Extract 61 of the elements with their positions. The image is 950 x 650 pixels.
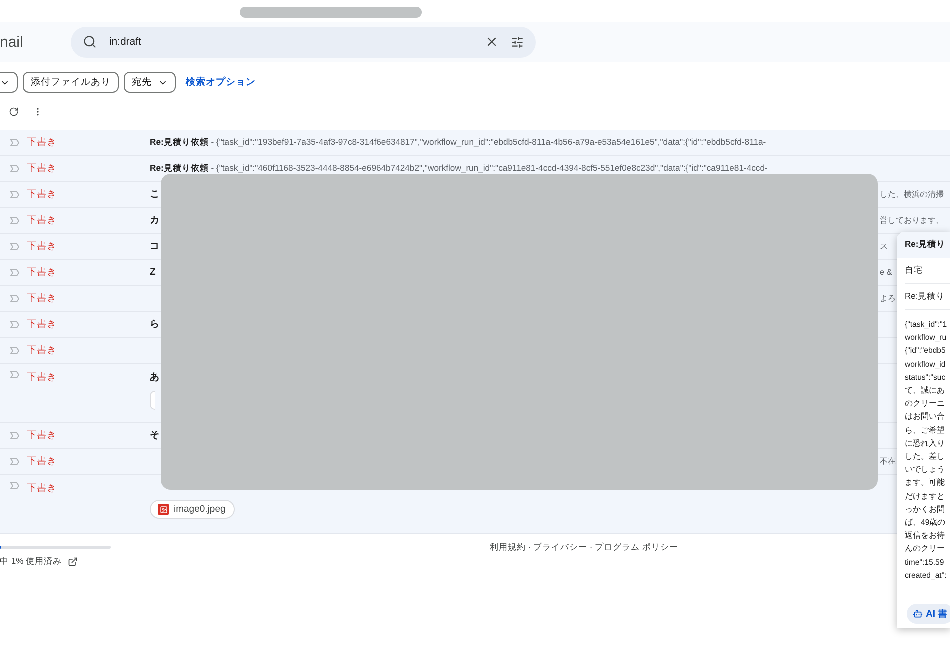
draft-label: 下書き [27,188,58,201]
importance-marker-icon[interactable] [10,346,20,354]
app-logo-text: nail [0,34,24,50]
draft-label: 下書き [27,429,58,442]
email-summary: Re:見積り依頼 - {"task_id":"460f1168-3523-4448-8854-e6964b7424b2","workflow_run_id":"ca911e81-4ccd-4394-8cf5-551ef0e8c23d","data":{"id":"ca911e81-4ccd- [150,162,769,174]
draft-label: 下書き [27,266,58,279]
search-field[interactable]: in:draft [71,26,536,58]
from-field[interactable]: 自宅 [905,258,950,284]
draft-label: 下書き [27,344,58,357]
filter-options-icon[interactable] [511,36,524,48]
draft-label: 下書き [27,240,58,253]
email-summary: Re:見積り依頼 - {"task_id":"193bef91-7a35-4af3-97c8-314f6e634817","workflow_run_id":"ebdb5cfd-811a-4b56-a79a-e53a54e161e5","data":{"id":"ebdb5cfd-811a- [150,136,768,148]
draft-label: 下書き [27,318,58,331]
importance-marker-icon[interactable] [10,371,20,379]
draft-label: 下書き [27,162,58,175]
importance-marker-icon[interactable] [10,242,20,250]
email-snippet: e & [880,268,892,277]
email-subject: コ [150,240,161,253]
storage-text: 中 1% 使用済み [0,556,62,568]
draft-label: 下書き [27,482,58,495]
search-options-link[interactable]: 検索オプション [186,76,256,89]
email-subject: あ [150,371,161,384]
importance-marker-icon[interactable] [10,320,20,328]
footer-links[interactable]: 利用規約 · プライバシー · プログラム ポリシー [490,542,678,568]
draft-label: 下書き [27,371,58,384]
filter-chip[interactable]: 宛先 [124,72,176,93]
draft-label: 下書き [27,214,58,227]
importance-marker-icon[interactable] [10,164,20,172]
compose-title: Re:見積り [897,232,950,258]
email-subject: カ [150,214,161,227]
image-icon [158,504,169,515]
subject-field[interactable]: Re:見積り [905,284,950,310]
ai-write-button[interactable]: AI 書 [907,604,950,624]
importance-marker-icon[interactable] [10,268,20,276]
email-snippet: した、横浜の清掃 [880,189,944,200]
search-icon[interactable] [83,35,98,49]
importance-marker-icon[interactable] [10,216,20,224]
filter-chip[interactable]: 添付ファイルあり [23,72,119,93]
bot-icon [913,609,923,619]
draft-label: 下書き [27,292,58,305]
search-query: in:draft [109,36,142,48]
importance-marker-icon[interactable] [10,294,20,302]
attachment-chip[interactable] [150,391,155,410]
email-subject: Z [150,267,157,278]
email-snippet: 営しております、 [880,215,944,226]
importance-marker-icon[interactable] [10,458,20,466]
importance-marker-icon[interactable] [10,138,20,146]
email-subject: そ [150,429,161,442]
importance-marker-icon[interactable] [10,482,20,490]
email-snippet: 不在 [880,456,896,467]
draft-label: 下書き [27,136,58,149]
refresh-icon[interactable] [9,107,19,117]
draft-label: 下書き [27,455,58,468]
email-snippet: ス [880,241,888,252]
email-subject: ら [150,318,161,331]
attachment-chip[interactable]: image0.jpeg [150,500,235,519]
external-link-icon[interactable] [68,557,78,567]
email-snippet: よろ [880,293,896,304]
importance-marker-icon[interactable] [10,432,20,440]
email-subject: こ [150,188,161,201]
importance-marker-icon[interactable] [10,190,20,198]
